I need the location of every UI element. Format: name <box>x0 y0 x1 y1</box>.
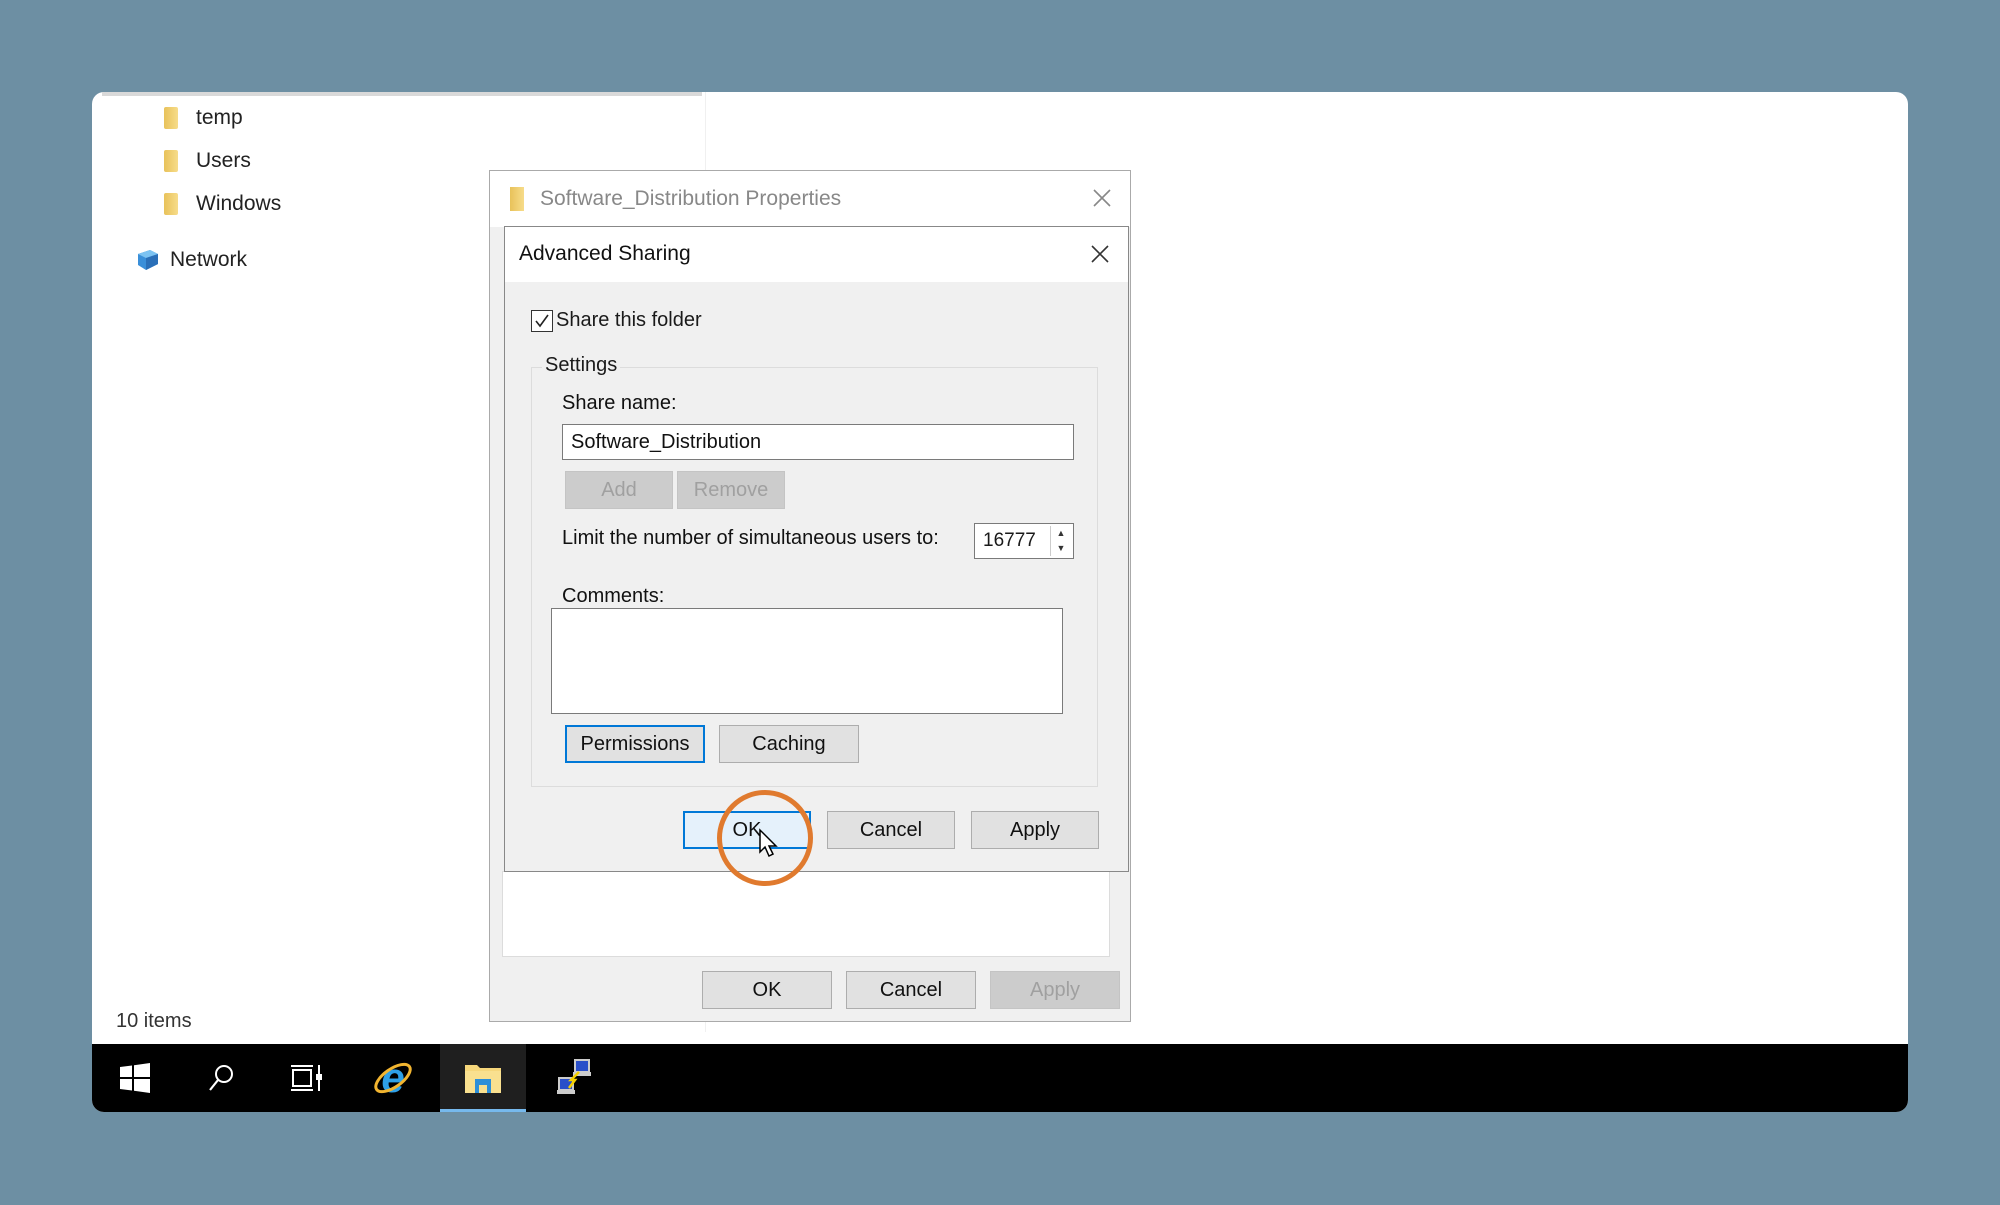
svg-text:e: e <box>381 1056 404 1100</box>
share-name-label: Share name: <box>562 392 677 414</box>
properties-ok-button[interactable]: OK <box>702 971 832 1009</box>
folder-icon <box>164 150 178 172</box>
task-view-icon <box>291 1065 322 1091</box>
internet-explorer-button[interactable]: e <box>350 1044 436 1112</box>
checkmark-icon <box>535 314 549 327</box>
comments-textarea[interactable] <box>551 608 1063 714</box>
search-icon <box>209 1065 233 1091</box>
folder-icon <box>164 193 178 215</box>
user-limit-value[interactable]: 16777 <box>983 530 1036 552</box>
share-this-folder-label: Share this folder <box>556 309 702 331</box>
tree-item-label: temp <box>196 106 243 129</box>
network-icon <box>138 250 158 270</box>
nav-scrollbar[interactable] <box>102 92 702 96</box>
tree-item-windows[interactable]: Windows <box>164 192 281 216</box>
task-view-button[interactable] <box>264 1044 350 1112</box>
start-button[interactable] <box>92 1044 178 1112</box>
share-this-folder-checkbox[interactable]: Share this folder <box>531 309 702 332</box>
settings-group-label: Settings <box>542 354 621 377</box>
remove-share-button[interactable]: Remove <box>677 471 785 509</box>
properties-titlebar[interactable]: Software_Distribution Properties <box>490 171 1130 227</box>
windows-logo-icon <box>120 1063 150 1093</box>
tree-item-label: Windows <box>196 192 282 215</box>
spin-up-icon[interactable]: ▲ <box>1051 526 1071 541</box>
tree-item-label: Network <box>170 248 248 271</box>
file-explorer-button[interactable] <box>440 1044 526 1112</box>
network-computers-icon <box>557 1059 591 1094</box>
share-name-input[interactable] <box>562 424 1074 460</box>
advanced-sharing-apply-button[interactable]: Apply <box>971 811 1099 849</box>
caching-button[interactable]: Caching <box>719 725 859 763</box>
spinner-arrows: ▲ ▼ <box>1050 526 1071 556</box>
status-item-count: 10 items <box>116 1010 192 1032</box>
properties-title: Software_Distribution Properties <box>540 187 842 210</box>
folder-icon <box>510 187 524 211</box>
add-share-button[interactable]: Add <box>565 471 673 509</box>
internet-explorer-icon: e <box>374 1056 412 1100</box>
folder-icon <box>164 107 178 129</box>
permissions-button[interactable]: Permissions <box>565 725 705 763</box>
checkbox-box[interactable] <box>531 309 553 332</box>
user-limit-spinner[interactable]: 16777 ▲ ▼ <box>974 523 1074 559</box>
advanced-sharing-dialog: Advanced Sharing Share this folder Setti… <box>504 226 1129 872</box>
advanced-sharing-close-button[interactable] <box>1080 235 1120 275</box>
close-icon <box>1091 245 1109 263</box>
advanced-sharing-titlebar[interactable]: Advanced Sharing <box>505 227 1128 282</box>
properties-cancel-button[interactable]: Cancel <box>846 971 976 1009</box>
properties-close-button[interactable] <box>1082 179 1122 219</box>
comments-label: Comments: <box>562 585 665 607</box>
search-button[interactable] <box>178 1044 264 1112</box>
file-explorer-icon <box>465 1064 501 1093</box>
network-connections-button[interactable] <box>532 1044 618 1112</box>
properties-tab-content <box>502 871 1110 957</box>
spin-down-icon[interactable]: ▼ <box>1051 541 1071 556</box>
taskbar: e <box>92 1044 1908 1112</box>
tree-item-label: Users <box>196 149 251 172</box>
tree-item-network[interactable]: Network <box>134 248 247 272</box>
close-icon <box>1093 189 1111 207</box>
user-limit-label: Limit the number of simultaneous users t… <box>562 527 939 549</box>
tree-item-temp[interactable]: temp <box>164 106 243 130</box>
tree-item-users[interactable]: Users <box>164 149 251 173</box>
advanced-sharing-cancel-button[interactable]: Cancel <box>827 811 955 849</box>
advanced-sharing-ok-button[interactable]: OK <box>683 811 811 849</box>
properties-apply-button[interactable]: Apply <box>990 971 1120 1009</box>
advanced-sharing-title: Advanced Sharing <box>519 242 691 265</box>
